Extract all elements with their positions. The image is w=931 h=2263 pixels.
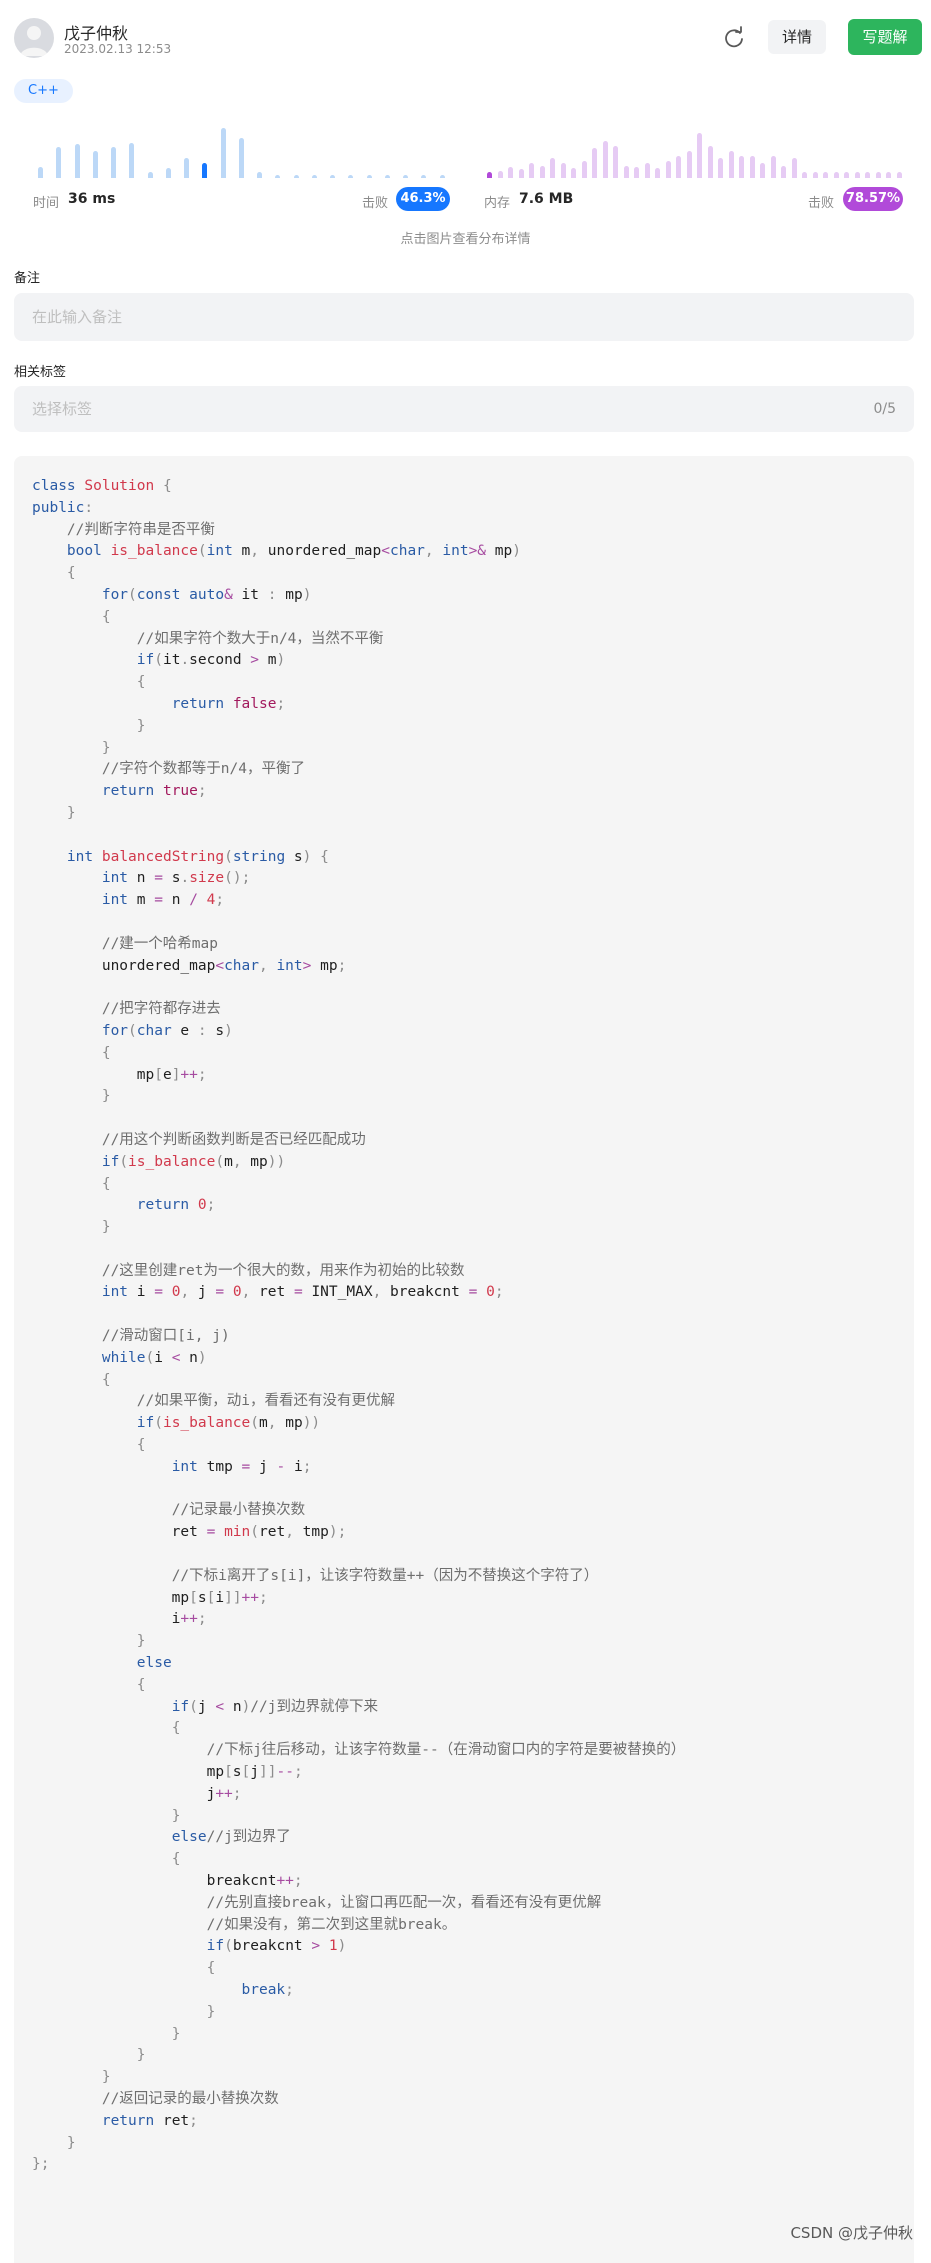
chart-bar <box>812 172 818 178</box>
chart-bar <box>760 163 765 178</box>
chart-bar <box>384 175 390 178</box>
memory-beat-label: 击败 <box>808 196 835 211</box>
chart-bar <box>781 165 786 178</box>
time-label: 时间 <box>33 196 60 211</box>
chart-bar <box>92 150 98 178</box>
chart-bar <box>592 148 597 178</box>
code-block: class Solution { public: //判断字符串是否平衡 boo… <box>14 456 914 2263</box>
chart-bar <box>439 175 445 178</box>
chart-bar <box>749 155 755 178</box>
chart-bar <box>833 172 839 178</box>
chart-bar <box>770 155 776 178</box>
chart-bar <box>257 172 263 178</box>
submission-date: 2023.02.13 12:53 <box>64 42 172 56</box>
chart-bar <box>348 175 354 178</box>
remark-label: 备注 <box>14 271 41 286</box>
submission-header: 戊子仲秋 2023.02.13 12:53 详情 写题解 <box>14 18 922 58</box>
chart-bar <box>686 150 692 178</box>
chart-bar <box>875 172 881 178</box>
tags-label: 相关标签 <box>14 365 67 380</box>
chart-bar <box>366 175 372 178</box>
write-solution-button[interactable]: 写题解 <box>848 19 922 55</box>
chart-bar <box>550 158 555 178</box>
chart-bar <box>886 172 891 178</box>
chart-bar <box>791 158 797 178</box>
chart-bar <box>220 128 226 178</box>
time-beat-label: 击败 <box>362 196 389 211</box>
chart-bar <box>38 167 43 178</box>
chart-bar <box>403 175 409 178</box>
chart-bar <box>184 158 190 178</box>
chart-bar <box>854 172 860 178</box>
chart-bar <box>56 147 62 178</box>
chart-bar <box>275 175 281 178</box>
remark-input[interactable]: 在此输入备注 <box>14 293 914 341</box>
memory-label: 内存 <box>484 196 511 211</box>
chart-bar <box>293 175 299 178</box>
chart-bar <box>202 163 208 178</box>
chart-bar <box>529 163 534 178</box>
chart-bar <box>147 172 153 178</box>
chart-bar <box>508 167 513 178</box>
chart-bar <box>238 138 244 178</box>
chart-bar <box>518 169 524 178</box>
chart-bar <box>330 175 336 178</box>
username[interactable]: 戊子仲秋 <box>64 20 128 44</box>
language-tag: C++ <box>14 79 73 103</box>
chart-bar <box>571 168 576 178</box>
chart-bar <box>718 158 723 178</box>
chart-bar <box>74 144 80 178</box>
chart-bar <box>707 145 713 178</box>
watermark: CSDN @戊子仲秋 <box>790 2224 913 2242</box>
detail-button[interactable]: 详情 <box>768 20 826 54</box>
chart-bar <box>487 172 492 178</box>
chart-bar <box>739 155 744 178</box>
chart-bar <box>823 172 828 178</box>
chart-bar <box>539 165 545 178</box>
tags-select[interactable]: 选择标签 0/5 <box>14 386 914 432</box>
chart-bar <box>896 172 902 178</box>
chart-bar <box>634 167 639 178</box>
chart-bar <box>865 172 870 178</box>
chart-bar <box>111 147 117 178</box>
refresh-icon[interactable] <box>720 24 748 52</box>
chart-bar <box>129 143 135 178</box>
chart-bar <box>421 175 427 178</box>
time-value: 36 ms <box>68 191 116 207</box>
runtime-distribution-chart[interactable] <box>38 128 458 178</box>
tags-count: 0/5 <box>873 401 896 417</box>
chart-bar <box>497 170 503 178</box>
chart-bar <box>802 172 807 178</box>
chart-bar <box>697 133 702 178</box>
memory-beat-badge: 78.57% <box>843 187 903 211</box>
chart-bar <box>655 168 660 178</box>
chart-bar <box>644 163 650 178</box>
chart-bar <box>613 145 618 178</box>
chart-bar <box>560 163 566 178</box>
code-text: class Solution { public: //判断字符串是否平衡 boo… <box>32 478 686 2173</box>
avatar[interactable] <box>14 18 54 58</box>
time-beat-badge: 46.3% <box>396 187 450 211</box>
chart-bar <box>676 155 681 178</box>
user-icon <box>20 26 48 56</box>
memory-value: 7.6 MB <box>519 191 574 207</box>
distribution-hint[interactable]: 点击图片查看分布详情 <box>0 228 931 247</box>
chart-bar <box>581 160 587 178</box>
chart-bar <box>728 150 734 178</box>
chart-bar <box>623 165 629 178</box>
tags-placeholder: 选择标签 <box>32 400 93 418</box>
chart-bar <box>165 168 171 178</box>
chart-bar <box>602 140 608 178</box>
memory-distribution-chart[interactable] <box>487 128 907 178</box>
chart-bar <box>311 175 317 178</box>
chart-bar <box>844 172 849 178</box>
chart-bar <box>665 160 671 178</box>
